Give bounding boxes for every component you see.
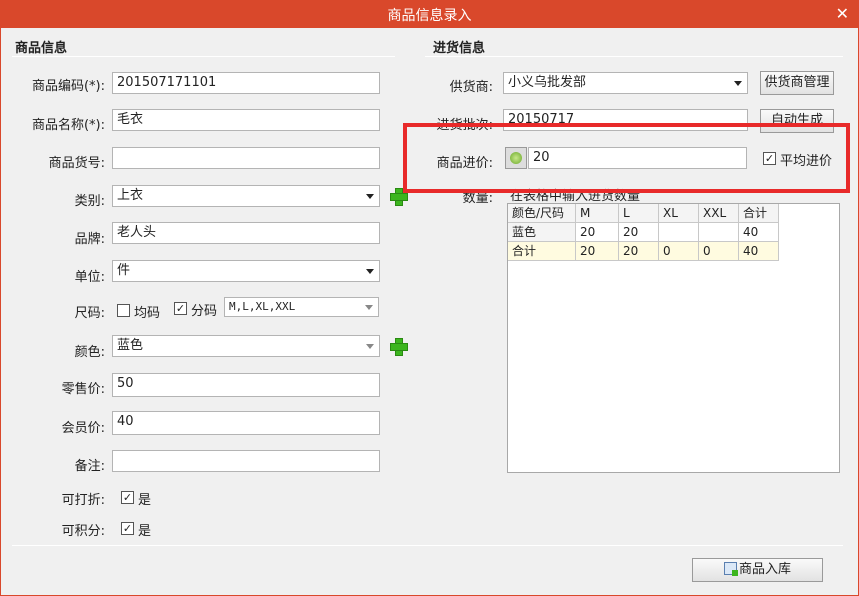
color-select[interactable]: 蓝色 bbox=[112, 335, 380, 357]
member-price-label: 会员价: bbox=[61, 421, 105, 436]
pointable-label: 可积分: bbox=[61, 524, 105, 539]
chevron-down-icon bbox=[365, 305, 373, 310]
supplier-label: 供货商: bbox=[449, 80, 493, 95]
grid-total-cell: 0 bbox=[659, 242, 699, 261]
retail-price-label: 零售价: bbox=[61, 382, 105, 397]
footer-divider bbox=[12, 545, 843, 546]
sku-label: 商品货号: bbox=[48, 156, 105, 171]
purchase-info-heading: 进货信息 bbox=[433, 41, 486, 56]
name-input[interactable]: 毛衣 bbox=[112, 109, 380, 131]
size-label: 尺码: bbox=[74, 306, 105, 321]
grid-header-cell: M bbox=[576, 204, 619, 223]
grid-total-cell: 40 bbox=[739, 242, 779, 261]
grid-total-cell: 20 bbox=[619, 242, 659, 261]
product-info-heading: 商品信息 bbox=[15, 41, 68, 56]
grid-header-cell: XL bbox=[659, 204, 699, 223]
grid-cell[interactable]: 蓝色 bbox=[508, 223, 576, 242]
category-label: 类别: bbox=[74, 194, 105, 209]
grid-header-cell: XXL bbox=[699, 204, 739, 223]
sku-input[interactable] bbox=[112, 147, 380, 169]
code-input[interactable]: 201507171101 bbox=[112, 72, 380, 94]
pointable-text: 是 bbox=[138, 524, 152, 539]
name-label: 商品名称(*): bbox=[31, 118, 105, 133]
category-select[interactable]: 上衣 bbox=[112, 185, 380, 207]
split-size-label: 分码 bbox=[191, 304, 218, 319]
retail-price-input[interactable]: 50 bbox=[112, 373, 380, 397]
supplier-manage-button[interactable]: 供货商管理 bbox=[760, 71, 834, 95]
grid-header-cell: L bbox=[619, 204, 659, 223]
window-title: 商品信息录入 bbox=[387, 8, 472, 24]
discountable-label: 可打折: bbox=[61, 493, 105, 508]
color-value: 蓝色 bbox=[117, 338, 144, 353]
pointable-checkbox[interactable]: ✓ bbox=[121, 522, 134, 535]
category-value: 上衣 bbox=[117, 188, 144, 203]
brand-label: 品牌: bbox=[74, 232, 105, 247]
remark-input[interactable] bbox=[112, 450, 380, 472]
grid-header-cell: 合计 bbox=[739, 204, 779, 223]
remark-label: 备注: bbox=[74, 459, 105, 474]
chevron-down-icon bbox=[366, 269, 374, 274]
grid-header-cell: 颜色/尺码 bbox=[508, 204, 576, 223]
grid-total-cell: 20 bbox=[576, 242, 619, 261]
uniform-size-checkbox[interactable] bbox=[117, 304, 130, 317]
chevron-down-icon bbox=[366, 194, 374, 199]
grid-cell[interactable]: 40 bbox=[739, 223, 779, 242]
grid-cell[interactable] bbox=[659, 223, 699, 242]
code-label: 商品编码(*): bbox=[31, 79, 105, 94]
submit-stock-label: 商品入库 bbox=[738, 562, 791, 577]
member-price-input[interactable]: 40 bbox=[112, 411, 380, 435]
chevron-down-icon bbox=[734, 81, 742, 86]
submit-stock-button[interactable]: 商品入库 bbox=[692, 558, 823, 582]
stock-in-icon bbox=[723, 562, 738, 576]
uniform-size-label: 均码 bbox=[134, 306, 161, 321]
unit-value: 件 bbox=[117, 263, 131, 278]
supplier-value: 小义乌批发部 bbox=[508, 75, 587, 90]
discountable-checkbox[interactable]: ✓ bbox=[121, 491, 134, 504]
grid-total-cell: 0 bbox=[699, 242, 739, 261]
close-icon[interactable]: ✕ bbox=[836, 4, 849, 23]
size-split-value: M,L,XL,XXL bbox=[229, 300, 296, 313]
unit-select[interactable]: 件 bbox=[112, 260, 380, 282]
discountable-text: 是 bbox=[138, 493, 152, 508]
highlight-box bbox=[403, 123, 850, 193]
size-split-select[interactable]: M,L,XL,XXL bbox=[224, 297, 379, 317]
supplier-select[interactable]: 小义乌批发部 bbox=[503, 72, 748, 94]
grid-total-cell: 合计 bbox=[508, 242, 576, 261]
title-bar: 商品信息录入 ✕ bbox=[0, 0, 859, 28]
product-info-divider bbox=[12, 56, 395, 57]
grid-cell[interactable]: 20 bbox=[619, 223, 659, 242]
color-label: 颜色: bbox=[74, 345, 105, 360]
grid-cell[interactable] bbox=[699, 223, 739, 242]
purchase-info-divider bbox=[425, 56, 843, 57]
add-color-icon[interactable] bbox=[390, 338, 408, 356]
unit-label: 单位: bbox=[74, 270, 105, 285]
brand-input[interactable]: 老人头 bbox=[112, 222, 380, 244]
chevron-down-icon bbox=[366, 344, 374, 349]
quantity-grid[interactable]: 颜色/尺码 M L XL XXL 合计 蓝色 20 20 40 合计 20 20… bbox=[507, 203, 840, 473]
split-size-checkbox[interactable]: ✓ bbox=[174, 302, 187, 315]
grid-cell[interactable]: 20 bbox=[576, 223, 619, 242]
